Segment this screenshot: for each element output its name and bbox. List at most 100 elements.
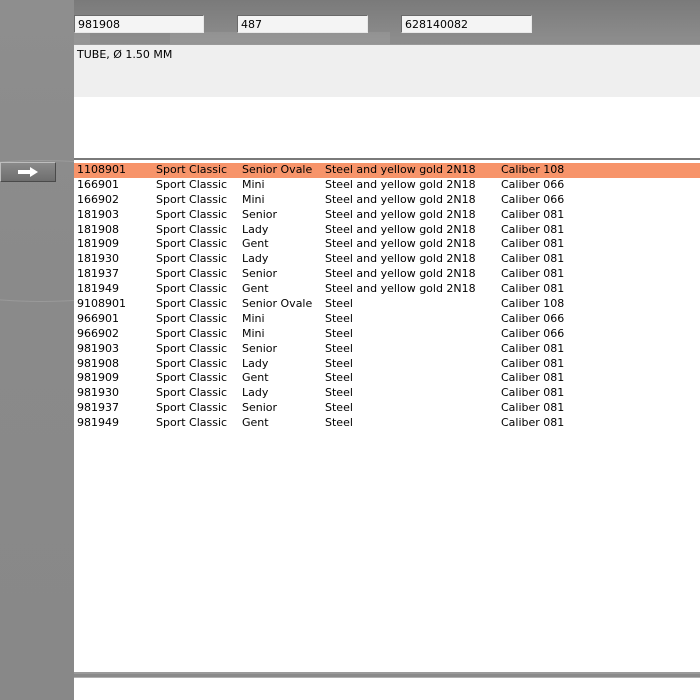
size-cell: Senior xyxy=(242,401,278,415)
table-row[interactable]: 981937 Sport Classic Senior Steel Caliber 08… xyxy=(74,401,700,416)
caliber-cell: Caliber 081 xyxy=(501,341,565,355)
collection-cell: Sport Classic xyxy=(156,386,228,400)
material-cell: Steel xyxy=(325,416,353,430)
table-row[interactable]: 1108901 Sport Classic Senior Ovale Steel an… xyxy=(74,163,700,178)
material-cell: Steel and yellow gold 2N18 xyxy=(325,237,476,251)
caliber-cell: Caliber 081 xyxy=(501,356,565,370)
collection-cell: Sport Classic xyxy=(156,416,228,430)
header-decoration xyxy=(170,32,390,44)
reference-cell: 981909 xyxy=(77,371,119,385)
caliber-cell: Caliber 081 xyxy=(501,237,565,251)
table-row[interactable]: 181949 Sport Classic Gent Steel and yellow … xyxy=(74,282,700,297)
table-row[interactable]: 981949 Sport Classic Gent Steel Caliber 081 xyxy=(74,416,700,431)
size-cell: Senior xyxy=(242,341,278,355)
reference-field[interactable]: 981908 xyxy=(74,15,204,33)
collection-cell: Sport Classic xyxy=(156,207,228,221)
table-row[interactable]: 981908 Sport Classic Lady Steel Caliber 081 xyxy=(74,357,700,372)
size-cell: Lady xyxy=(242,252,269,266)
reference-cell: 9108901 xyxy=(77,297,126,311)
material-cell: Steel and yellow gold 2N18 xyxy=(325,252,476,266)
description-box: TUBE, Ø 1.50 MM xyxy=(74,44,700,97)
results-rows: 1108901 Sport Classic Senior Ovale Steel an… xyxy=(74,163,700,431)
caliber-cell: Caliber 066 xyxy=(501,177,565,191)
reference-cell: 981930 xyxy=(77,386,119,400)
material-cell: Steel and yellow gold 2N18 xyxy=(325,282,476,296)
reference-cell: 181908 xyxy=(77,222,119,236)
table-row[interactable]: 9108901 Sport Classic Senior Ovale Steel Cal… xyxy=(74,297,700,312)
material-cell: Steel xyxy=(325,297,353,311)
size-cell: Mini xyxy=(242,311,265,325)
reference-cell: 981949 xyxy=(77,416,119,430)
part-number-field[interactable]: 487 xyxy=(237,15,368,33)
details-panel xyxy=(74,97,700,158)
size-cell: Gent xyxy=(242,237,269,251)
reference-cell: 181949 xyxy=(77,282,119,296)
right-arrow-icon xyxy=(18,167,38,177)
size-cell: Senior xyxy=(242,267,278,281)
reference-cell: 166902 xyxy=(77,192,119,206)
table-row[interactable]: 166902 Sport Classic Mini Steel and yellow … xyxy=(74,193,700,208)
table-row[interactable]: 981930 Sport Classic Lady Steel Caliber 081 xyxy=(74,386,700,401)
reference-cell: 966902 xyxy=(77,326,119,340)
reference-cell: 181909 xyxy=(77,237,119,251)
table-row[interactable]: 181937 Sport Classic Senior Steel and yello… xyxy=(74,267,700,282)
collection-cell: Sport Classic xyxy=(156,192,228,206)
size-cell: Senior Ovale xyxy=(242,163,313,176)
material-cell: Steel and yellow gold 2N18 xyxy=(325,177,476,191)
size-cell: Mini xyxy=(242,177,265,191)
caliber-cell: Caliber 081 xyxy=(501,371,565,385)
material-cell: Steel and yellow gold 2N18 xyxy=(325,267,476,281)
results-list[interactable]: 1108901 Sport Classic Senior Ovale Steel an… xyxy=(74,158,700,674)
collection-cell: Sport Classic xyxy=(156,311,228,325)
collection-cell: Sport Classic xyxy=(156,267,228,281)
table-row[interactable]: 981903 Sport Classic Senior Steel Caliber 08… xyxy=(74,342,700,357)
material-cell: Steel and yellow gold 2N18 xyxy=(325,222,476,236)
collection-cell: Sport Classic xyxy=(156,237,228,251)
table-row[interactable]: 181908 Sport Classic Lady Steel and yellow … xyxy=(74,223,700,238)
collection-cell: Sport Classic xyxy=(156,282,228,296)
size-cell: Mini xyxy=(242,192,265,206)
material-cell: Steel xyxy=(325,386,353,400)
table-row[interactable]: 166901 Sport Classic Mini Steel and yellow … xyxy=(74,178,700,193)
reference-cell: 181930 xyxy=(77,252,119,266)
reference-cell: 981908 xyxy=(77,356,119,370)
caliber-cell: Caliber 081 xyxy=(501,282,565,296)
table-row[interactable]: 981909 Sport Classic Gent Steel Caliber 081 xyxy=(74,371,700,386)
table-row[interactable]: 966902 Sport Classic Mini Steel Caliber 066 xyxy=(74,327,700,342)
material-cell: Steel xyxy=(325,341,353,355)
table-row[interactable]: 181909 Sport Classic Gent Steel and yellow … xyxy=(74,237,700,252)
caliber-cell: Caliber 081 xyxy=(501,386,565,400)
collection-cell: Sport Classic xyxy=(156,252,228,266)
caliber-cell: Caliber 081 xyxy=(501,222,565,236)
reference-cell: 181903 xyxy=(77,207,119,221)
caliber-cell: Caliber 081 xyxy=(501,207,565,221)
article-code-field[interactable]: 628140082 xyxy=(401,15,532,33)
collection-cell: Sport Classic xyxy=(156,401,228,415)
collection-cell: Sport Classic xyxy=(156,371,228,385)
caliber-cell: Caliber 066 xyxy=(501,192,565,206)
material-cell: Steel xyxy=(325,356,353,370)
material-cell: Steel xyxy=(325,401,353,415)
caliber-cell: Caliber 108 xyxy=(501,297,565,311)
forward-arrow-button[interactable] xyxy=(0,162,56,182)
caliber-cell: Caliber 081 xyxy=(501,416,565,430)
size-cell: Senior Ovale xyxy=(242,297,313,311)
reference-cell: 981937 xyxy=(77,401,119,415)
caliber-cell: Caliber 108 xyxy=(501,163,565,176)
app-window: EL 981908 487 628140082 TUBE, Ø 1.50 MM … xyxy=(0,0,700,700)
material-cell: Steel and yellow gold 2N18 xyxy=(325,207,476,221)
table-row[interactable]: 181903 Sport Classic Senior Steel and yello… xyxy=(74,208,700,223)
reference-cell: 981903 xyxy=(77,341,119,355)
table-row[interactable]: 966901 Sport Classic Mini Steel Caliber 066 xyxy=(74,312,700,327)
size-cell: Lady xyxy=(242,356,269,370)
material-cell: Steel xyxy=(325,311,353,325)
collection-cell: Sport Classic xyxy=(156,297,228,311)
material-cell: Steel xyxy=(325,371,353,385)
caliber-cell: Caliber 066 xyxy=(501,326,565,340)
table-row[interactable]: 181930 Sport Classic Lady Steel and yellow … xyxy=(74,252,700,267)
size-cell: Mini xyxy=(242,326,265,340)
material-cell: Steel and yellow gold 2N18 xyxy=(325,192,476,206)
collection-cell: Sport Classic xyxy=(156,177,228,191)
caliber-cell: Caliber 081 xyxy=(501,401,565,415)
caliber-cell: Caliber 081 xyxy=(501,252,565,266)
